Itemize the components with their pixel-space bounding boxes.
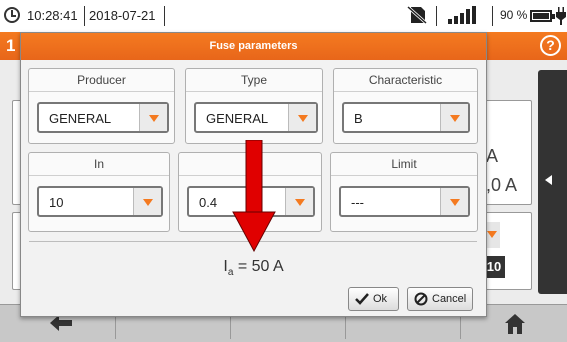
status-separator bbox=[492, 6, 493, 26]
chevron-down-icon[interactable] bbox=[288, 104, 316, 131]
background-value: A bbox=[486, 146, 499, 166]
chevron-down-icon[interactable] bbox=[440, 188, 468, 215]
status-separator bbox=[436, 6, 437, 26]
trip-current-result: Ia = 50 A bbox=[21, 258, 486, 278]
in-label: In bbox=[93, 157, 104, 171]
characteristic-label: Characteristic bbox=[368, 73, 443, 87]
arrow-left-icon bbox=[545, 175, 552, 185]
cancel-label: Cancel bbox=[432, 293, 467, 305]
ok-label: Ok bbox=[373, 293, 388, 305]
battery-percent: 90 % bbox=[500, 8, 528, 22]
producer-label: Producer bbox=[77, 73, 126, 87]
in-select[interactable]: 10 bbox=[37, 186, 163, 217]
producer-group: Producer GENERAL bbox=[28, 68, 175, 144]
status-time: 10:28:41 bbox=[27, 8, 78, 23]
checkmark-icon bbox=[355, 293, 369, 305]
cancel-icon bbox=[414, 292, 428, 306]
type-group: Type GENERAL bbox=[185, 68, 323, 144]
no-sd-card-icon bbox=[407, 6, 427, 24]
chevron-down-icon[interactable] bbox=[133, 188, 161, 215]
side-panel-toggle[interactable] bbox=[538, 70, 567, 294]
limit-select[interactable]: --- bbox=[339, 186, 470, 217]
chevron-down-icon[interactable] bbox=[440, 104, 468, 131]
home-icon[interactable] bbox=[505, 314, 525, 334]
producer-select[interactable]: GENERAL bbox=[37, 102, 169, 133]
chevron-down-icon[interactable] bbox=[285, 188, 313, 215]
characteristic-select[interactable]: B bbox=[342, 102, 470, 133]
limit-value: --- bbox=[351, 195, 364, 210]
dialog-title-bar: Fuse parameters bbox=[21, 33, 486, 60]
help-icon[interactable]: ? bbox=[540, 35, 561, 56]
signal-strength-icon bbox=[448, 6, 476, 24]
type-select[interactable]: GENERAL bbox=[194, 102, 318, 133]
limit-label: Limit bbox=[391, 157, 417, 171]
type-value: GENERAL bbox=[206, 111, 269, 126]
characteristic-group: Characteristic B bbox=[333, 68, 478, 144]
cancel-button[interactable]: Cancel bbox=[407, 287, 473, 311]
charging-plug-icon bbox=[556, 7, 566, 25]
battery-icon bbox=[530, 10, 555, 22]
limit-group: Limit --- bbox=[330, 152, 478, 232]
annotation-arrow-icon bbox=[232, 140, 276, 252]
chevron-down-icon[interactable] bbox=[139, 104, 167, 131]
dialog-title: Fuse parameters bbox=[209, 40, 298, 52]
status-bar: 10:28:41 2018-07-21 90 % bbox=[0, 0, 567, 32]
status-separator bbox=[84, 6, 85, 26]
characteristic-value: B bbox=[354, 111, 363, 126]
status-date: 2018-07-21 bbox=[89, 8, 156, 23]
ok-button[interactable]: Ok bbox=[348, 287, 399, 311]
back-arrow-icon[interactable] bbox=[50, 315, 72, 331]
background-value: ,0 A bbox=[486, 175, 518, 195]
type-label: Type bbox=[240, 73, 267, 87]
producer-value: GENERAL bbox=[49, 111, 112, 126]
status-separator bbox=[164, 6, 165, 26]
app-header-number: 1 bbox=[6, 36, 16, 55]
in-group: In 10 bbox=[28, 152, 170, 232]
clock-icon bbox=[4, 7, 20, 23]
result-value: = 50 A bbox=[233, 258, 284, 275]
in-value: 10 bbox=[49, 195, 64, 210]
t-value: 0.4 bbox=[199, 195, 218, 210]
